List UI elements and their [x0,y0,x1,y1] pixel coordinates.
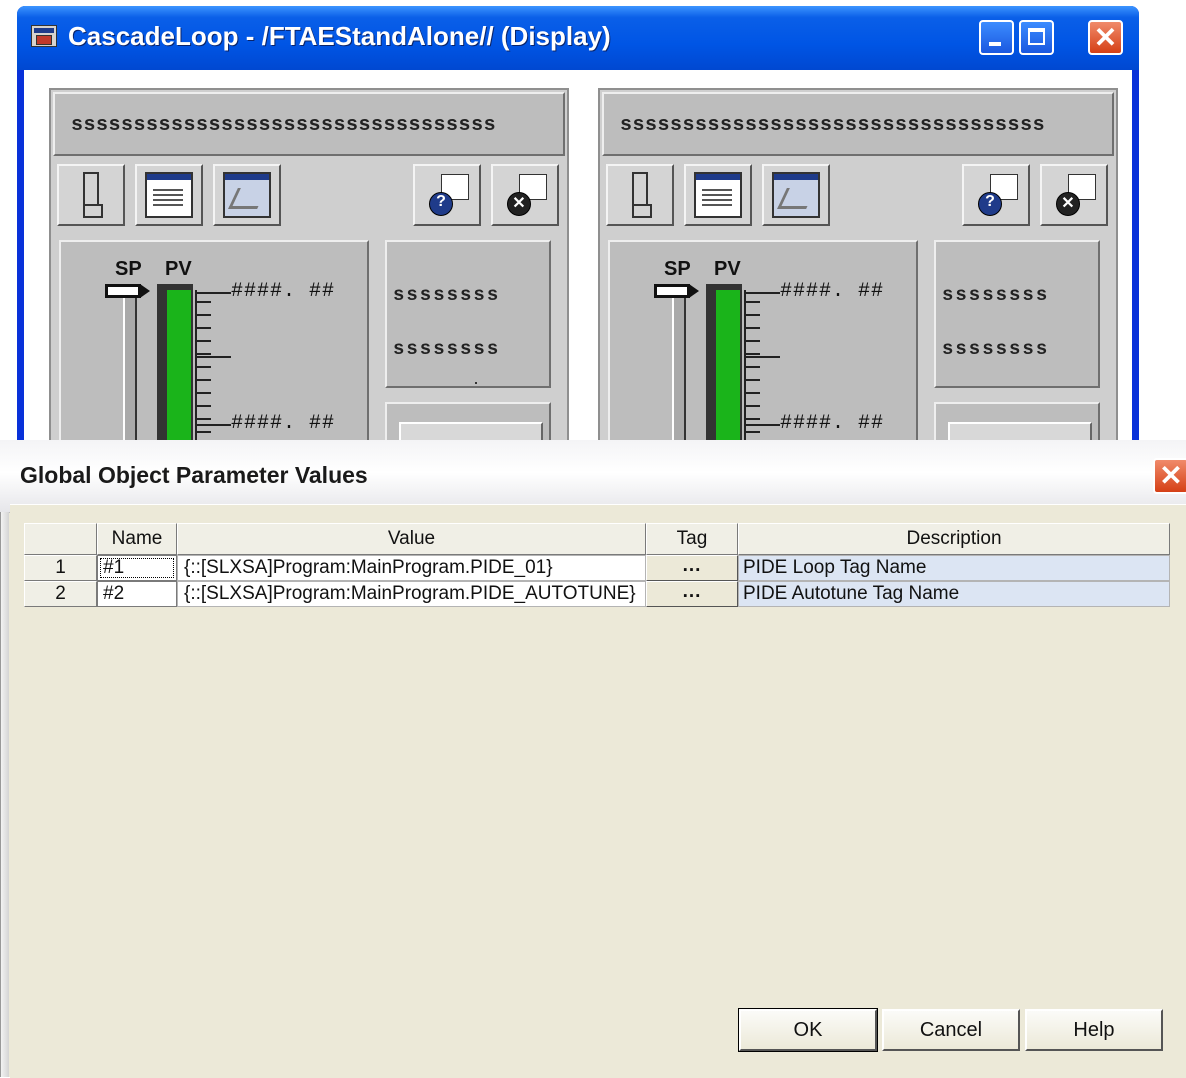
bargraph-panel: SP PV ####. ## ####. ## [608,240,918,446]
description-cell[interactable]: PIDE Loop Tag Name [738,555,1170,581]
pv-label: PV [165,258,192,280]
maximize-button[interactable] [1019,20,1054,55]
status-text-1: ssssssss [393,284,501,306]
form-button[interactable] [684,164,752,226]
pv-low-tick [744,424,780,426]
help-button-faceplate[interactable]: ? [413,164,481,226]
table-row: 1 #1 {::[SLXSA]Program:MainProgram.PIDE_… [24,555,1170,581]
close-faceplate-button[interactable]: ✕ [1040,164,1108,226]
row-index[interactable]: 1 [24,555,97,581]
faceplate-button[interactable] [57,164,125,226]
faceplate-icon [632,172,652,218]
name-cell[interactable]: #2 [97,581,177,607]
form-icon [145,172,193,218]
cascade-window-title: CascadeLoop - /FTAEStandAlone// (Display… [68,21,611,51]
column-header-value[interactable]: Value [177,523,646,555]
status-dot [475,382,477,384]
pv-label: PV [714,258,741,280]
pv-mid-tick [195,356,231,358]
cascade-loop-window: CascadeLoop - /FTAEStandAlone// (Display… [17,6,1139,446]
row-index[interactable]: 2 [24,581,97,607]
faceplate-tag-label: ssssssssssssssssssssssssssssssssss [620,114,1046,137]
pv-scale [195,290,211,440]
app-icon [31,25,57,47]
pv-bar [167,290,191,446]
table-row: 2 #2 {::[SLXSA]Program:MainProgram.PIDE_… [24,581,1170,607]
tag-browse-button[interactable]: ... [646,555,738,581]
sp-track [672,298,686,446]
column-header-tag[interactable]: Tag [646,523,738,555]
display-canvas: ssssssssssssssssssssssssssssssssss ? ✕ S… [24,70,1132,446]
faceplate-tag-label-box: ssssssssssssssssssssssssssssssssss [602,92,1114,156]
faceplate-right: ssssssssssssssssssssssssssssssssss ? ✕ S… [598,88,1118,446]
close-icon: ✕ [1159,460,1183,491]
trend-button[interactable] [762,164,830,226]
trend-button[interactable] [213,164,281,226]
faceplate-icon [83,172,103,218]
description-cell[interactable]: PIDE Autotune Tag Name [738,581,1170,607]
form-icon [694,172,742,218]
column-header-description[interactable]: Description [738,523,1170,555]
pv-low-value: ####. ## [780,412,885,435]
cascade-window-titlebar[interactable]: CascadeLoop - /FTAEStandAlone// (Display… [17,6,1139,70]
tag-browse-button[interactable]: ... [646,581,738,607]
close-button[interactable]: ✕ [1088,20,1123,55]
help-button[interactable]: Help [1025,1009,1163,1051]
pv-high-value: ####. ## [780,280,885,303]
value-cell[interactable]: {::[SLXSA]Program:MainProgram.PIDE_AUTOT… [177,581,646,607]
sp-label: SP [115,258,142,280]
status-text-2: ssssssss [393,338,501,360]
ok-button[interactable]: OK [738,1008,878,1052]
dialog-titlebar[interactable]: Global Object Parameter Values ✕ [0,440,1186,513]
faceplate-tag-label-box: ssssssssssssssssssssssssssssssssss [53,92,565,156]
form-button[interactable] [135,164,203,226]
status-text-2: ssssssss [942,338,1050,360]
status-text-1: ssssssss [942,284,1050,306]
close-faceplate-icon: ✕ [501,172,549,218]
value-cell[interactable]: {::[SLXSA]Program:MainProgram.PIDE_01} [177,555,646,581]
trend-icon [772,172,820,218]
sp-track [123,298,137,446]
dialog-frame-left [0,512,9,1077]
column-header-name[interactable]: Name [97,523,177,555]
sp-pointer[interactable] [654,284,699,298]
help-icon: ? [423,172,471,218]
pv-high-value: ####. ## [231,280,336,303]
pv-bar [716,290,740,446]
pv-low-tick [195,424,231,426]
column-header-index [24,523,97,555]
faceplate-button[interactable] [606,164,674,226]
faceplate-tag-label: ssssssssssssssssssssssssssssssssss [71,114,497,137]
sp-pointer[interactable] [105,284,150,298]
close-faceplate-button[interactable]: ✕ [491,164,559,226]
close-icon: ✕ [1093,22,1118,53]
pv-high-tick [195,292,231,294]
cancel-button[interactable]: Cancel [882,1009,1020,1051]
faceplate-left: ssssssssssssssssssssssssssssssssss ? ✕ S… [49,88,569,446]
pv-mid-tick [744,356,780,358]
pv-low-value: ####. ## [231,412,336,435]
grid-header: Name Value Tag Description [24,523,1170,555]
pv-scale [744,290,760,440]
sp-label: SP [664,258,691,280]
close-faceplate-icon: ✕ [1050,172,1098,218]
status-panel: ssssssss ssssssss [934,240,1100,388]
dialog-close-button[interactable]: ✕ [1153,458,1186,494]
minimize-button[interactable] [979,20,1014,55]
dialog-title: Global Object Parameter Values [20,462,368,488]
trend-icon [223,172,271,218]
pv-high-tick [744,292,780,294]
bargraph-panel: SP PV ####. ## ####. ## [59,240,369,446]
status-panel: ssssssss ssssssss [385,240,551,388]
name-cell[interactable]: #1 [97,555,177,581]
help-button-faceplate[interactable]: ? [962,164,1030,226]
help-icon: ? [972,172,1020,218]
